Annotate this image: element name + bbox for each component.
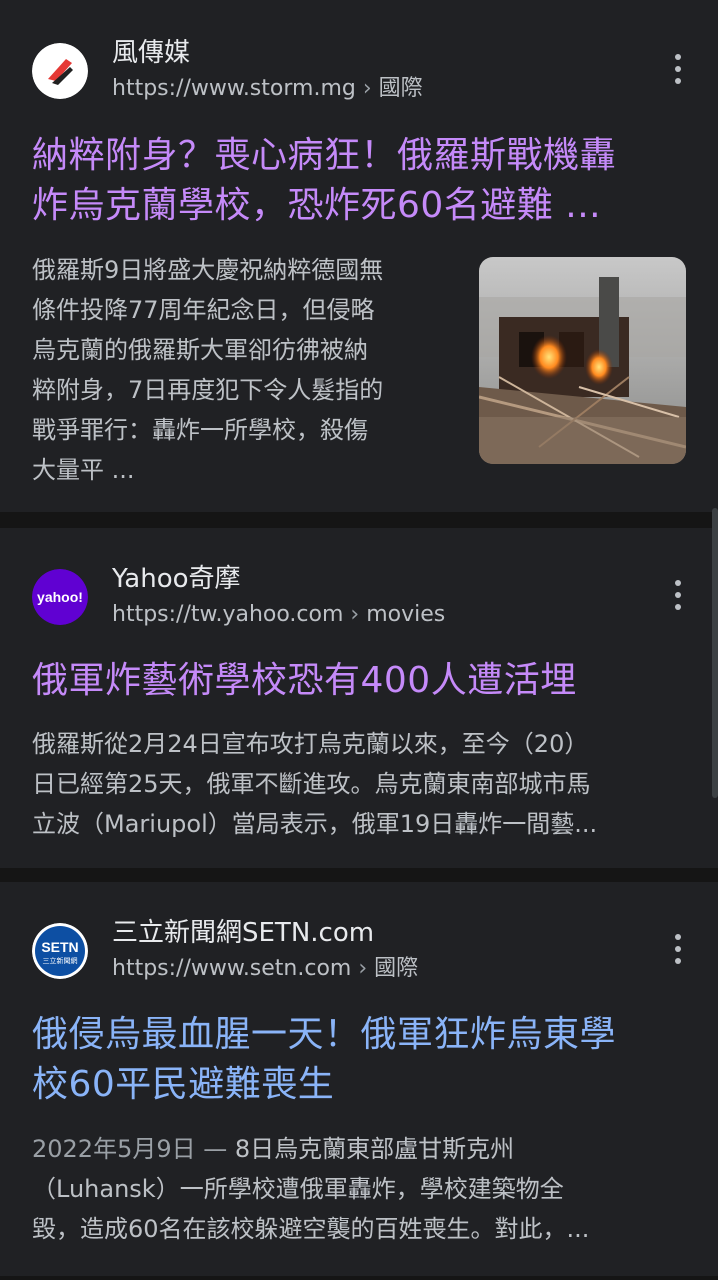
result-title-link[interactable]: 俄侵烏最血腥一天！俄軍狂炸烏東學 校60平民避難喪生	[32, 1010, 690, 1110]
result-title-link[interactable]: 納粹附身？喪心病狂！俄羅斯戰機轟 炸烏克蘭學校，恐炸死60名避難 ...	[32, 131, 690, 231]
site-url: https://tw.yahoo.com › movies	[112, 602, 446, 627]
yahoo-logo-icon: yahoo!	[32, 569, 88, 625]
result-header[interactable]: yahoo! Yahoo奇摩 https://tw.yahoo.com › mo…	[32, 562, 686, 632]
result-header[interactable]: SETN 三立新聞網 三立新聞網SETN.com https://www.set…	[32, 916, 686, 986]
result-title-link[interactable]: 俄軍炸藝術學校恐有400人遭活埋	[32, 656, 690, 706]
svg-text:yahoo!: yahoo!	[37, 589, 83, 605]
site-name: Yahoo奇摩	[112, 564, 241, 594]
result-date: 2022年5月9日 —	[32, 1135, 228, 1163]
result-snippet: 俄羅斯9日將盛大慶祝納粹德國無 條件投降77周年紀念日，但侵略 烏克蘭的俄羅斯大…	[32, 256, 384, 484]
result-thumbnail[interactable]	[479, 257, 686, 464]
site-name: 三立新聞網SETN.com	[112, 918, 375, 948]
storm-logo-icon	[32, 43, 88, 99]
result-snippet: 俄羅斯從2月24日宣布攻打烏克蘭以來，至今（20） 日已經第25天，俄軍不斷進攻…	[32, 730, 598, 838]
result-snippet: 2022年5月9日 — 8日烏克蘭東部盧甘斯克州 （Luhansk）一所學校遭俄…	[32, 1135, 590, 1243]
svg-text:三立新聞網: 三立新聞網	[43, 956, 78, 965]
search-result-card: SETN 三立新聞網 三立新聞網SETN.com https://www.set…	[0, 882, 718, 1276]
search-result-card: 風傳媒 https://www.storm.mg › 國際 納粹附身？喪心病狂！…	[0, 0, 718, 512]
site-name: 風傳媒	[112, 38, 191, 68]
search-result-card: yahoo! Yahoo奇摩 https://tw.yahoo.com › mo…	[0, 528, 718, 868]
site-url: https://www.storm.mg › 國際	[112, 76, 423, 101]
more-options-icon[interactable]	[666, 934, 690, 968]
setn-logo-icon: SETN 三立新聞網	[32, 923, 88, 979]
more-options-icon[interactable]	[666, 580, 690, 614]
result-header[interactable]: 風傳媒 https://www.storm.mg › 國際	[32, 36, 686, 106]
more-options-icon[interactable]	[666, 54, 690, 88]
svg-text:SETN: SETN	[41, 939, 78, 955]
site-url: https://www.setn.com › 國際	[112, 956, 419, 981]
scrollbar[interactable]	[712, 508, 718, 798]
